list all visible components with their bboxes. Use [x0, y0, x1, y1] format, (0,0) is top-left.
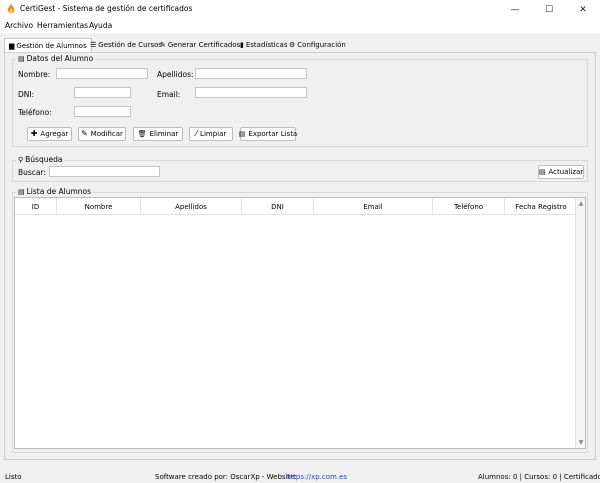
minimize-button[interactable]: — — [498, 0, 532, 19]
student-data-group-title: ▤ Datos del Alumno — [16, 54, 96, 63]
tab-gestion-cursos[interactable]: ☰ Gestión de Cursos — [86, 38, 166, 52]
apellidos-label: Apellidos: — [157, 70, 194, 79]
website-link[interactable]: https://xp.com.es — [286, 473, 347, 481]
user-icon: ▤ — [18, 54, 25, 63]
dni-label: DNI: — [18, 90, 35, 99]
search-group-title: ⚲ Búsqueda — [16, 155, 65, 164]
credit-text: Software creado por: OscarXp - Website: — [155, 473, 297, 481]
certificate-icon: ✎ — [160, 41, 166, 49]
table-vertical-scrollbar[interactable]: ▲ ▼ — [575, 198, 585, 448]
column-header-nombre[interactable]: Nombre — [57, 198, 141, 215]
column-header-apellidos[interactable]: Apellidos — [141, 198, 242, 215]
pencil-icon: ✎ — [81, 129, 88, 138]
column-header-fecha-registro[interactable]: Fecha Registro — [505, 198, 577, 215]
eliminar-button[interactable]: 🗑 Eliminar — [133, 127, 183, 141]
tab-generar-certificados[interactable]: ✎ Generar Certificados — [156, 38, 244, 52]
menu-herramientas[interactable]: Herramientas — [37, 21, 88, 30]
chart-icon: ▮ — [240, 41, 244, 49]
menu-archivo[interactable]: Archivo — [5, 21, 33, 30]
tab-configuracion[interactable]: ⚙ Configuración — [285, 38, 350, 52]
refresh-icon: ▤ — [538, 167, 546, 176]
scroll-down-icon[interactable]: ▼ — [577, 439, 585, 446]
column-header-telefono[interactable]: Teléfono — [433, 198, 505, 215]
tab-label: Generar Certificados — [167, 41, 241, 49]
list-icon: ▤ — [18, 187, 25, 196]
app-logo-icon — [7, 4, 15, 14]
exportar-lista-button[interactable]: ▤ Exportar Lista — [238, 127, 297, 141]
counts-text: Alumnos: 0 | Cursos: 0 | Certificados: 0 — [478, 473, 600, 481]
status-text: Listo — [5, 473, 22, 481]
actualizar-button[interactable]: ▤ Actualizar — [538, 165, 584, 179]
plus-icon: ✚ — [30, 129, 38, 138]
column-header-dni[interactable]: DNI — [242, 198, 314, 215]
search-icon: ⚲ — [18, 155, 24, 164]
student-icon: ▆ — [9, 42, 15, 50]
menu-bar: Archivo Herramientas Ayuda — [0, 19, 600, 33]
scroll-up-icon[interactable]: ▲ — [577, 200, 585, 207]
tab-label: Gestión de Cursos — [98, 41, 163, 49]
nombre-label: Nombre: — [18, 70, 51, 79]
export-icon: ▤ — [238, 129, 246, 138]
nombre-input[interactable] — [56, 68, 148, 79]
students-table[interactable]: ID Nombre Apellidos DNI Email Teléfono F… — [14, 197, 586, 449]
title-bar: CertiGest - Sistema de gestión de certif… — [0, 0, 600, 19]
tab-label: Gestión de Alumnos — [16, 42, 87, 50]
tab-estadisticas[interactable]: ▮ Estadísticas — [236, 38, 291, 52]
agregar-button[interactable]: ✚ Agregar — [27, 127, 72, 141]
student-list-group-title: ▤ Lista de Alumnos — [16, 187, 93, 196]
limpiar-button[interactable]: ⁄ Limpiar — [189, 127, 233, 141]
search-input[interactable] — [49, 166, 160, 177]
modificar-button[interactable]: ✎ Modificar — [78, 127, 126, 141]
table-header: ID Nombre Apellidos DNI Email Teléfono F… — [15, 198, 577, 215]
book-icon: ☰ — [90, 41, 97, 49]
email-input[interactable] — [195, 87, 307, 98]
column-header-id[interactable]: ID — [15, 198, 57, 215]
close-button[interactable]: ✕ — [566, 0, 600, 19]
tab-label: Configuración — [297, 41, 346, 49]
dni-input[interactable] — [74, 87, 131, 98]
telefono-input[interactable] — [74, 106, 131, 117]
broom-icon: ⁄ — [195, 129, 198, 138]
status-bar: Listo Software creado por: OscarXp - Web… — [0, 470, 600, 483]
window-title: CertiGest - Sistema de gestión de certif… — [20, 4, 193, 13]
email-label: Email: — [157, 90, 181, 99]
gear-icon: ⚙ — [289, 41, 296, 49]
trash-icon: 🗑 — [137, 129, 147, 138]
tab-gestion-alumnos[interactable]: ▆ Gestión de Alumnos — [4, 38, 92, 53]
tab-label: Estadísticas — [245, 41, 288, 49]
buscar-label: Buscar: — [18, 168, 47, 177]
maximize-button[interactable]: ☐ — [532, 0, 566, 19]
apellidos-input[interactable] — [195, 68, 307, 79]
menu-ayuda[interactable]: Ayuda — [89, 21, 112, 30]
telefono-label: Teléfono: — [18, 108, 52, 117]
column-header-email[interactable]: Email — [314, 198, 433, 215]
